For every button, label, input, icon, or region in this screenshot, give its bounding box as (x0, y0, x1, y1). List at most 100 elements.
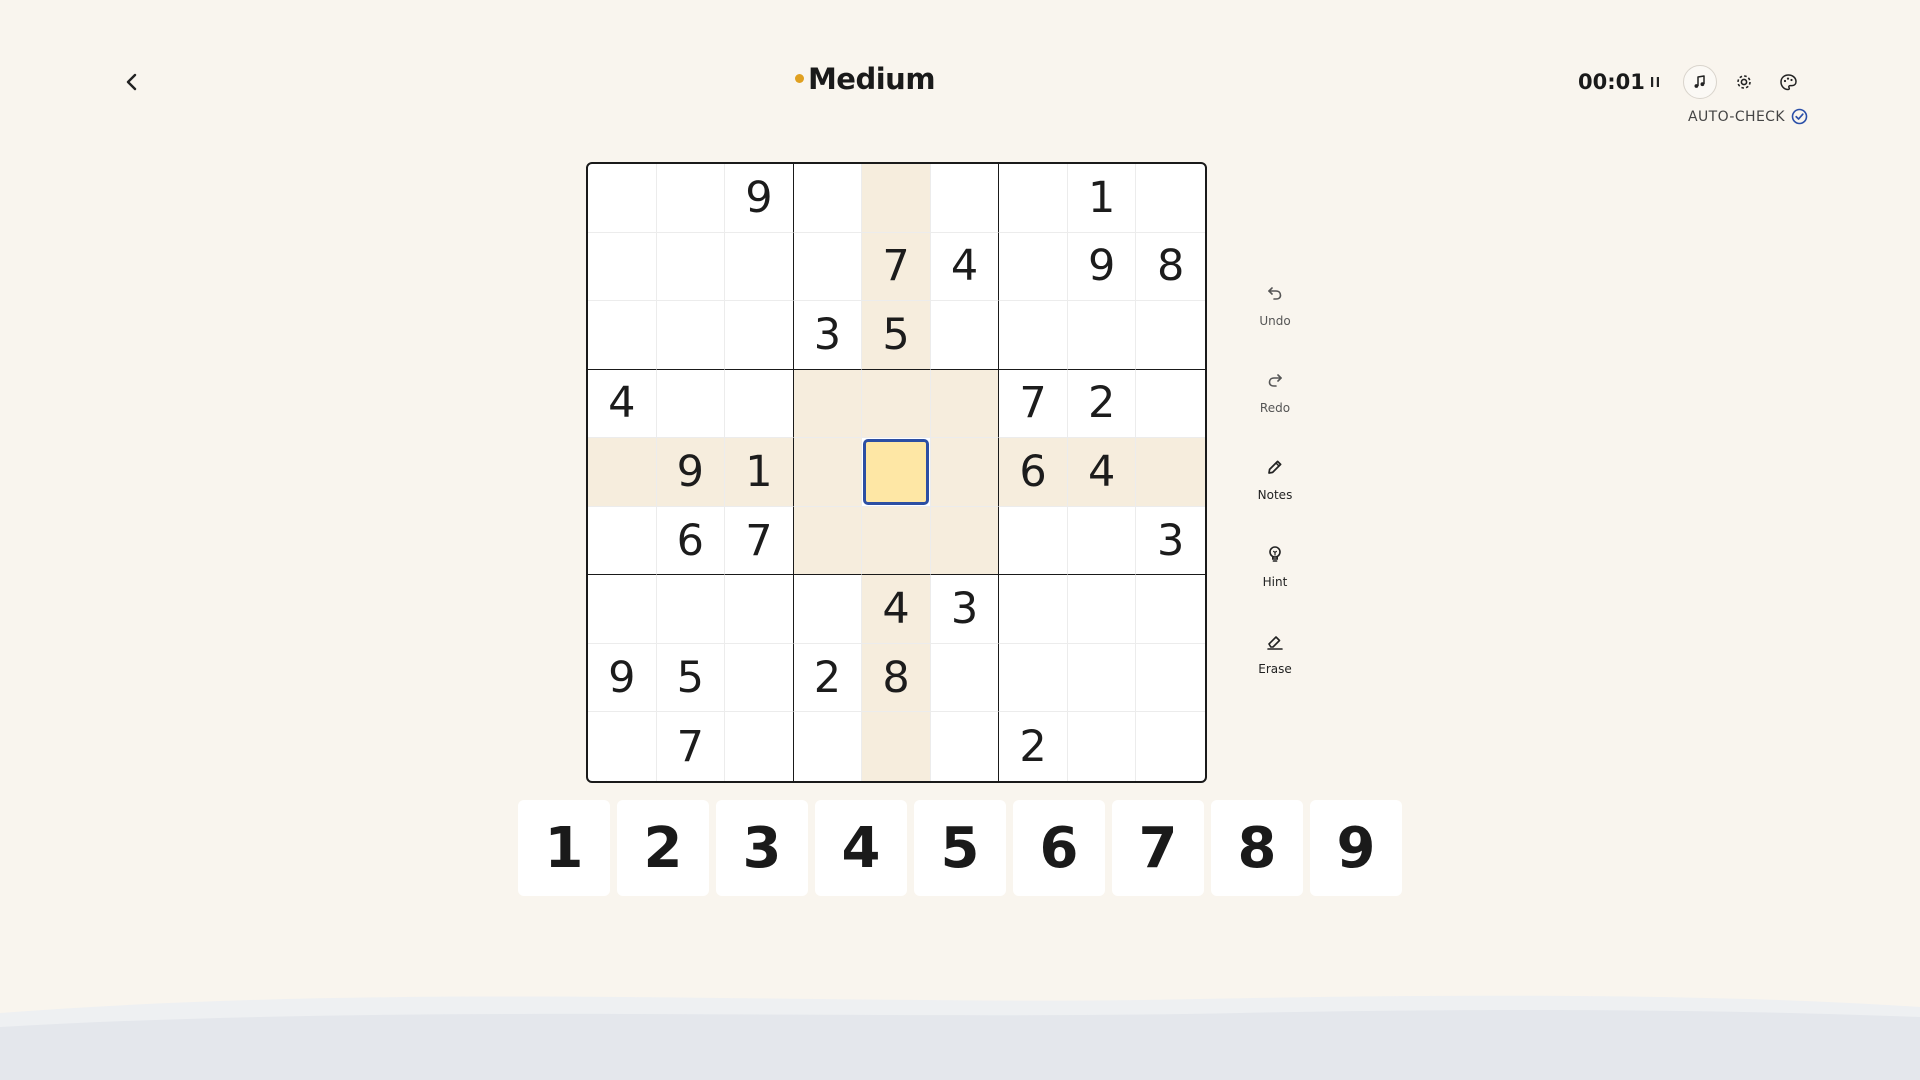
sudoku-cell[interactable] (1067, 643, 1137, 713)
sudoku-cell[interactable] (725, 712, 794, 781)
sudoku-cell[interactable]: 7 (999, 369, 1068, 439)
number-button-7[interactable]: 7 (1112, 800, 1204, 896)
music-button[interactable] (1683, 65, 1717, 99)
sudoku-cell[interactable] (1136, 712, 1205, 781)
sudoku-cell[interactable]: 5 (862, 301, 931, 370)
sudoku-cell[interactable] (862, 712, 931, 781)
sudoku-cell[interactable]: 2 (999, 712, 1068, 781)
sudoku-cell[interactable]: 9 (725, 164, 794, 233)
sudoku-cell[interactable] (725, 369, 794, 439)
sudoku-cell[interactable] (588, 712, 657, 781)
sudoku-cell[interactable] (930, 643, 1000, 713)
undo-button[interactable]: Undo (1240, 282, 1310, 329)
sudoku-cell[interactable] (794, 712, 863, 781)
sudoku-cell[interactable]: 4 (862, 575, 931, 644)
sudoku-cell[interactable] (930, 164, 1000, 233)
sudoku-cell[interactable] (1136, 164, 1205, 233)
number-button-2[interactable]: 2 (617, 800, 709, 896)
sudoku-cell[interactable] (793, 369, 863, 439)
sudoku-cell[interactable]: 7 (862, 232, 931, 302)
sudoku-cell[interactable] (862, 369, 931, 439)
sudoku-cell[interactable] (656, 301, 726, 370)
sudoku-cell[interactable] (656, 232, 726, 302)
sudoku-cell[interactable]: 4 (588, 369, 657, 439)
sudoku-cell[interactable]: 1 (725, 438, 794, 507)
sudoku-cell[interactable]: 3 (930, 575, 1000, 644)
sudoku-cell[interactable]: 8 (862, 643, 931, 713)
sudoku-cell[interactable] (1136, 438, 1205, 507)
hint-button[interactable]: Hint (1240, 543, 1310, 590)
notes-button[interactable]: Notes (1240, 456, 1310, 503)
sudoku-cell[interactable]: 8 (1136, 233, 1205, 302)
sudoku-cell[interactable] (999, 232, 1068, 302)
sudoku-cell[interactable]: 4 (930, 232, 1000, 302)
sudoku-cell[interactable] (999, 164, 1068, 233)
sudoku-cell[interactable]: 2 (1067, 369, 1137, 439)
sudoku-cell[interactable] (588, 575, 657, 644)
sudoku-cell[interactable] (930, 301, 1000, 370)
sudoku-cell[interactable] (1136, 370, 1205, 439)
sudoku-cell[interactable] (793, 575, 863, 644)
sudoku-cell[interactable] (793, 164, 863, 233)
sudoku-cell[interactable] (862, 506, 931, 576)
sudoku-cell[interactable] (793, 506, 863, 576)
sudoku-cell[interactable] (999, 301, 1068, 370)
sudoku-cell[interactable] (930, 369, 1000, 439)
sudoku-cell[interactable] (1136, 575, 1205, 644)
sudoku-cell[interactable]: 2 (793, 643, 863, 713)
sudoku-cell[interactable] (999, 575, 1068, 644)
sudoku-cell[interactable] (1067, 301, 1137, 370)
sudoku-cell[interactable]: 9 (656, 438, 726, 507)
number-button-6[interactable]: 6 (1013, 800, 1105, 896)
sudoku-cell[interactable]: 6 (656, 506, 726, 576)
number-button-8[interactable]: 8 (1211, 800, 1303, 896)
sudoku-cell[interactable]: 3 (793, 301, 863, 370)
sudoku-cell[interactable] (1136, 644, 1205, 713)
sudoku-cell[interactable] (931, 712, 1000, 781)
number-button-3[interactable]: 3 (716, 800, 808, 896)
sudoku-cell[interactable] (1067, 506, 1137, 576)
sudoku-cell[interactable]: 9 (588, 643, 657, 713)
erase-button[interactable]: Erase (1240, 630, 1310, 677)
sudoku-cell[interactable] (656, 575, 726, 644)
sudoku-cell[interactable] (793, 438, 863, 507)
redo-button[interactable]: Redo (1240, 369, 1310, 416)
number-button-9[interactable]: 9 (1310, 800, 1402, 896)
number-button-1[interactable]: 1 (518, 800, 610, 896)
sudoku-cell[interactable] (862, 164, 931, 233)
theme-button[interactable] (1771, 65, 1805, 99)
sudoku-cell[interactable] (725, 643, 794, 713)
sudoku-cell[interactable] (725, 232, 794, 302)
sudoku-cell[interactable] (930, 506, 1000, 576)
sudoku-cell[interactable]: 4 (1067, 438, 1137, 507)
number-button-4[interactable]: 4 (815, 800, 907, 896)
sudoku-cell[interactable] (999, 506, 1068, 576)
sudoku-cell[interactable]: 5 (656, 643, 726, 713)
number-button-5[interactable]: 5 (914, 800, 1006, 896)
pause-button[interactable] (1638, 65, 1672, 99)
settings-button[interactable] (1727, 65, 1761, 99)
auto-check-toggle[interactable]: AUTO-CHECK (1688, 108, 1808, 125)
sudoku-cell[interactable]: 9 (1067, 232, 1137, 302)
sudoku-cell[interactable] (1136, 301, 1205, 370)
sudoku-cell[interactable] (588, 232, 657, 302)
sudoku-cell[interactable] (588, 164, 657, 233)
sudoku-cell[interactable]: 7 (725, 506, 794, 576)
sudoku-cell[interactable] (1067, 575, 1137, 644)
sudoku-cell[interactable] (725, 301, 794, 370)
sudoku-cell[interactable] (1068, 712, 1137, 781)
sudoku-cell[interactable] (999, 643, 1068, 713)
sudoku-cell[interactable] (588, 506, 657, 576)
sudoku-cell[interactable]: 7 (657, 712, 726, 781)
sudoku-cell[interactable]: 3 (1136, 507, 1205, 576)
sudoku-cell[interactable] (656, 164, 726, 233)
sudoku-cell[interactable] (588, 301, 657, 370)
sudoku-cell[interactable] (930, 438, 1000, 507)
sudoku-cell[interactable] (793, 232, 863, 302)
sudoku-cell[interactable] (862, 438, 931, 507)
sudoku-cell[interactable]: 6 (999, 438, 1068, 507)
sudoku-cell[interactable] (725, 575, 794, 644)
sudoku-cell[interactable] (656, 369, 726, 439)
sudoku-cell[interactable] (588, 438, 657, 507)
sudoku-cell[interactable]: 1 (1067, 164, 1137, 233)
